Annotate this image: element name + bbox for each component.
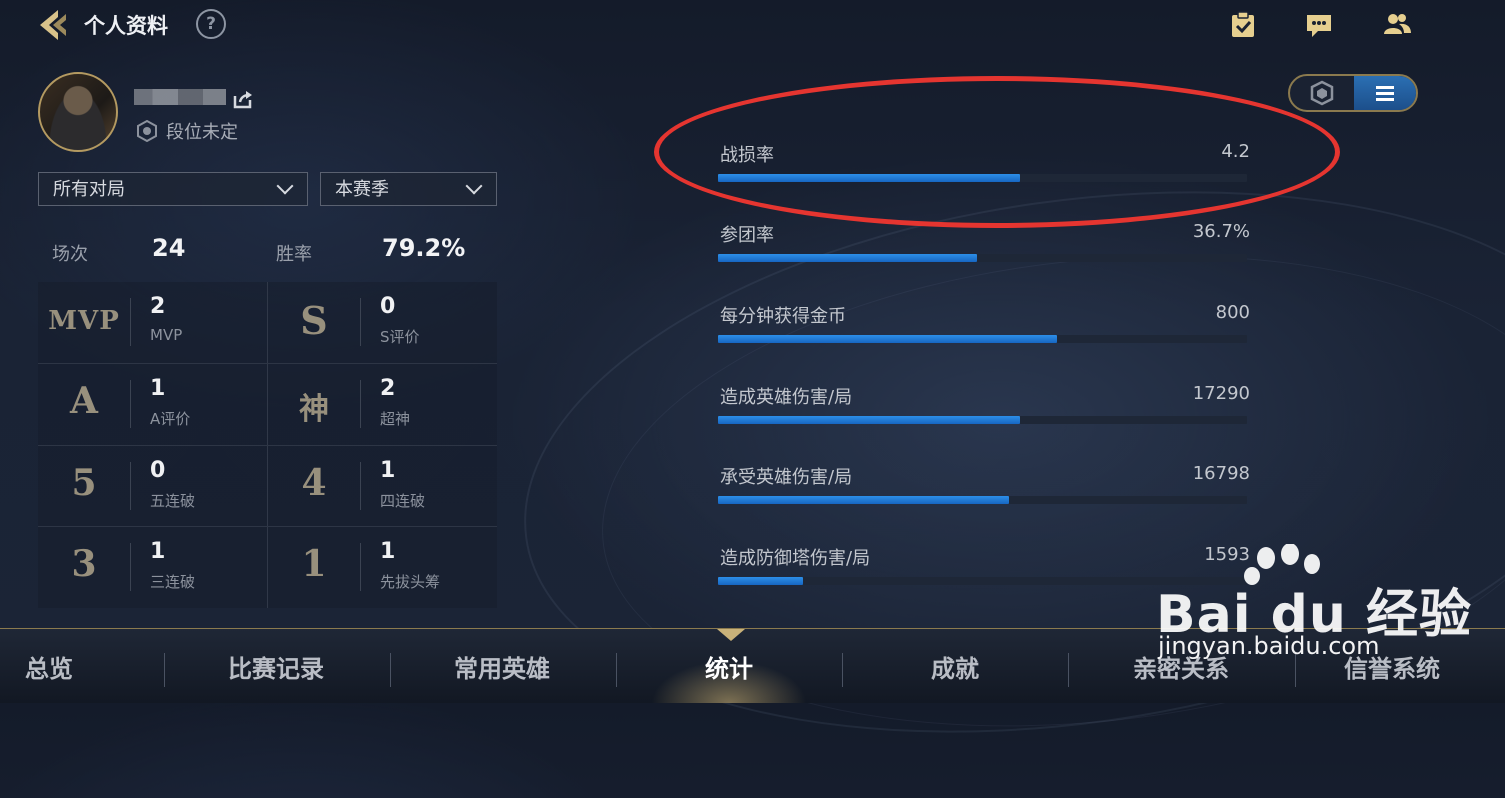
achievement-label: 先拔头筹 [380, 573, 441, 591]
friends-icon[interactable] [1382, 10, 1412, 40]
achievement-penta-kill: 5 0 五连破 [38, 446, 267, 527]
hexagon-icon [1310, 80, 1334, 106]
divider [130, 543, 131, 591]
a-rating-icon: A [70, 380, 98, 422]
divider [360, 462, 361, 510]
active-tab-indicator [717, 629, 745, 641]
chat-icon[interactable] [1304, 10, 1334, 40]
achievement-s-rating: S 0 S评价 [268, 282, 497, 363]
rank-status: 段位未定 [166, 122, 238, 143]
player-name-redacted [134, 89, 226, 105]
achievement-value: 2 [150, 294, 166, 319]
share-icon[interactable] [232, 88, 254, 110]
mode-dropdown-value: 所有对局 [53, 179, 125, 200]
task-icon[interactable] [1228, 10, 1258, 40]
legendary-icon: 神 [299, 392, 329, 427]
achievement-label: 四连破 [380, 492, 426, 510]
stat-label: 承受英雄伤害/局 [720, 467, 853, 488]
stat-label: 战损率 [720, 145, 774, 166]
stat-value: 1593 [1204, 544, 1250, 565]
winrate-value: 79.2% [382, 234, 466, 262]
stat-bar-fill [718, 416, 1020, 424]
season-dropdown-value: 本赛季 [335, 179, 389, 200]
stat-label: 每分钟获得金币 [720, 306, 846, 327]
s-rating-icon: S [300, 298, 328, 343]
achievement-first-blood: 1 1 先拔头筹 [268, 527, 497, 608]
tab-achievements[interactable]: 成就 [842, 629, 1068, 703]
stat-label: 造成防御塔伤害/局 [720, 548, 871, 569]
matches-label: 场次 [52, 244, 88, 265]
watermark-url: jingyan.baidu.com [1158, 632, 1380, 660]
achievement-value: 0 [150, 458, 166, 483]
stat-label: 参团率 [720, 225, 774, 246]
stat-bar-fill [718, 496, 1009, 504]
matches-value: 24 [152, 234, 186, 262]
mode-dropdown[interactable]: 所有对局 [38, 172, 308, 206]
achievement-value: 1 [380, 539, 396, 564]
mvp-icon: MVP [48, 306, 120, 336]
stat-bar [718, 335, 1247, 343]
stat-bar-fill [718, 254, 978, 262]
achievement-value: 1 [150, 539, 166, 564]
divider [130, 462, 131, 510]
first-blood-icon: 1 [301, 543, 327, 585]
divider [130, 380, 131, 428]
stat-bar [718, 496, 1247, 504]
avatar[interactable] [38, 72, 118, 152]
stat-bar [718, 416, 1247, 424]
achievement-legendary: 神 2 超神 [268, 364, 497, 445]
stat-bar [718, 254, 1247, 262]
quadra-kill-icon: 4 [301, 462, 327, 504]
divider [130, 298, 131, 346]
achievement-quadra-kill: 4 1 四连破 [268, 446, 497, 527]
achievement-label: MVP [150, 326, 183, 344]
achievement-value: 1 [380, 458, 396, 483]
achievement-mvp: MVP 2 MVP [38, 282, 267, 363]
achievement-value: 2 [380, 376, 396, 401]
achievement-triple-kill: 3 1 三连破 [38, 527, 267, 608]
divider [360, 543, 361, 591]
divider [360, 298, 361, 346]
achievement-label: 超神 [380, 410, 411, 428]
back-arrow-icon[interactable] [36, 6, 74, 44]
achievement-label: A评价 [150, 410, 191, 428]
stat-bar [718, 174, 1247, 182]
help-icon[interactable]: ? [196, 9, 226, 39]
achievement-a-rating: A 1 A评价 [38, 364, 267, 445]
triple-kill-icon: 3 [71, 543, 97, 585]
divider [360, 380, 361, 428]
stat-value: 800 [1215, 302, 1250, 323]
achievement-value: 1 [150, 376, 166, 401]
tab-overview[interactable]: 总览 [0, 629, 162, 703]
stat-value: 17290 [1192, 383, 1250, 404]
winrate-label: 胜率 [276, 244, 312, 265]
page-title: 个人资料 [84, 14, 168, 38]
achievement-label: S评价 [380, 328, 420, 346]
list-icon [1376, 86, 1394, 101]
achievement-grid: MVP 2 MVP S 0 S评价 A 1 A评价 神 2 超神 5 0 五连破… [38, 282, 497, 608]
stat-bar-fill [718, 335, 1057, 343]
stat-value: 16798 [1192, 463, 1250, 484]
stat-bar-fill [718, 174, 1020, 182]
stat-value: 36.7% [1192, 221, 1250, 242]
list-view-button[interactable] [1354, 76, 1416, 110]
view-toggle [1288, 74, 1418, 112]
season-dropdown[interactable]: 本赛季 [320, 172, 497, 206]
penta-kill-icon: 5 [71, 462, 97, 504]
radar-view-button[interactable] [1290, 76, 1354, 110]
chevron-down-icon [276, 177, 294, 195]
tab-common-heroes[interactable]: 常用英雄 [389, 629, 615, 703]
chevron-down-icon [465, 177, 483, 195]
stat-label: 造成英雄伤害/局 [720, 387, 853, 408]
stat-value: 4.2 [1221, 141, 1250, 162]
stat-bar-fill [718, 577, 803, 585]
achievement-label: 三连破 [150, 573, 196, 591]
tab-match-history[interactable]: 比赛记录 [163, 629, 389, 703]
rank-icon [137, 120, 157, 142]
achievement-value: 0 [380, 294, 396, 319]
achievement-label: 五连破 [150, 492, 196, 510]
